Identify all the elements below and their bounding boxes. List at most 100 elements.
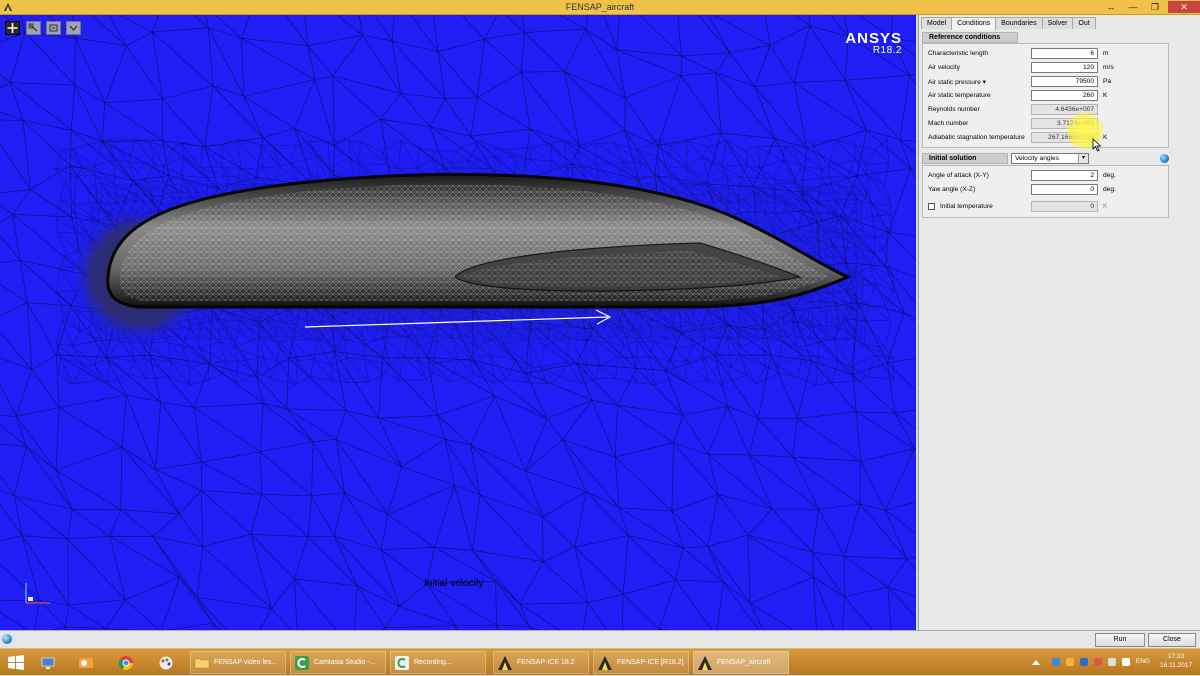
row-adiabatic-stagnation-temperature: Adiabatic stagnation temperature 267.166… [928,132,1168,143]
yaw-angle-input[interactable]: 0 [1031,184,1098,195]
row-air-velocity: Air velocity 120 m/s [928,62,1168,73]
yaw-angle-unit: deg. [1103,186,1116,193]
initial-temperature-checkbox[interactable] [928,203,935,210]
taskbar-item-fensap-video[interactable]: FENSAP video les... [190,651,286,674]
zoom-tool-button[interactable] [26,21,41,35]
system-clock[interactable]: 17:33 16.11.2017 [1158,652,1194,670]
taskbar-item-label: Recording... [414,659,452,666]
fit-tool-button[interactable] [46,21,61,35]
tray-app-icon[interactable] [1052,658,1060,666]
taskbar-item-label: Camtasia Studio -... [314,659,376,666]
tray-overflow-icon[interactable] [1032,660,1040,665]
tab-out[interactable]: Out [1072,17,1096,29]
camtasia-icon [295,655,309,670]
taskbar-item-recording[interactable]: Recording... [390,651,486,674]
reynolds-number-label: Reynolds number [928,106,980,113]
mouse-pointer-icon [1092,138,1102,152]
adiabatic-stagnation-temperature-label: Adiabatic stagnation temperature [928,134,1025,141]
rotate-tool-button[interactable] [5,21,20,35]
row-reynolds-number: Reynolds number 4.6436e+007 [928,104,1168,115]
air-static-temperature-unit: K [1103,92,1108,99]
mesh-canvas [0,15,916,630]
run-button[interactable]: Run [1095,633,1145,647]
zoom-icon [28,23,38,32]
tab-model[interactable]: Model [921,17,953,29]
initial-temperature-input: 0 [1031,201,1098,212]
globe-icon[interactable] [1160,154,1169,163]
taskbar-item-fensap-ice-18-2[interactable]: FENSAP-ICE 18.2 [493,651,589,674]
initial-solution-mode-select[interactable]: Velocity angles ▾ [1011,153,1089,164]
taskbar-item-fensap-aircraft[interactable]: FENSAP_aircraft [693,651,789,674]
row-characteristic-length: Characteristic length 6 m [928,48,1168,59]
fensap-icon [598,655,612,670]
ansys-logo: ANSYS R18.2 [845,30,902,56]
close-button[interactable]: Close [1148,633,1196,647]
clock-date: 16.11.2017 [1159,662,1193,669]
taskbar-item-label: FENSAP-ICE [R18.2] [617,659,684,666]
fensap-icon [698,655,712,670]
axis-triad-icon [25,583,50,604]
air-static-pressure-input[interactable]: 79500 [1031,76,1098,87]
initial-solution-mode-value: Velocity angles [1015,155,1059,162]
air-static-temperature-input[interactable]: 260 [1031,90,1098,101]
palette-icon [159,656,173,669]
row-mach-number: Mach number 3.7124e-001 [928,118,1168,129]
taskbar-item-fensap-ice-r18-2[interactable]: FENSAP-ICE [R18.2] [593,651,689,674]
crosshair-icon [7,23,18,33]
tab-conditions[interactable]: Conditions [951,17,997,30]
reference-conditions-header: Reference conditions [922,32,1018,43]
panel-tabs: Model Conditions Boundaries Solver Out [921,17,1096,30]
close-window-button[interactable]: ✕ [1168,1,1200,13]
angle-of-attack-input[interactable]: 2 [1031,170,1098,181]
characteristic-length-input[interactable]: 6 [1031,48,1098,59]
tray-app-icon[interactable] [1066,658,1074,666]
mail-icon [79,657,93,668]
tab-boundaries[interactable]: Boundaries [995,17,1043,29]
network-icon[interactable] [1108,658,1116,666]
computer-icon [41,657,55,669]
initial-solution-header: Initial solution [922,153,1008,164]
windows-start-icon[interactable] [8,655,24,670]
row-angle-of-attack: Angle of attack (X-Y) 2 deg. [928,170,1168,181]
taskbar-item-label: FENSAP video les... [214,659,278,666]
pinned-explorer[interactable] [40,651,62,674]
pinned-chrome[interactable] [118,651,140,674]
conditions-panel: Model Conditions Boundaries Solver Out R… [918,15,1200,630]
volume-icon[interactable] [1122,658,1130,666]
row-air-static-pressure: Air static pressure ▾ 79500 Pa [928,76,1168,87]
tray-app-icon[interactable] [1080,658,1088,666]
clock-time: 17:33 [1167,653,1185,660]
pinned-outlook[interactable] [78,651,100,674]
initial-temperature-unit: K [1103,203,1108,210]
air-velocity-input[interactable]: 120 [1031,62,1098,73]
characteristic-length-label: Characteristic length [928,50,989,57]
minimize-button[interactable]: — [1122,1,1144,13]
mesh-viewport[interactable]: ANSYS R18.2 Initial velocity [0,15,916,630]
tray-app-icon[interactable] [1094,658,1102,666]
yaw-angle-label: Yaw angle (X-Z) [928,186,976,193]
air-static-pressure-unit: Pa [1103,78,1112,85]
maximize-button[interactable]: ❐ [1144,1,1166,13]
language-indicator[interactable]: ENG [1136,658,1150,665]
system-tray: ENG 17:33 16.11.2017 [1030,649,1200,676]
fit-view-icon [49,24,58,32]
angle-of-attack-unit: deg. [1103,172,1116,179]
initial-temperature-label: Initial temperature [940,203,993,210]
bottom-action-bar: Run Close [0,630,1200,648]
view-menu-button[interactable] [66,21,81,35]
taskbar-item-camtasia[interactable]: Camtasia Studio -... [290,651,386,674]
chevron-down-icon: ▾ [1078,154,1088,163]
resize-icon[interactable]: ↔ [1100,1,1122,13]
chrome-icon [118,655,133,670]
initial-solution-group: Angle of attack (X-Y) 2 deg. Yaw angle (… [922,165,1169,218]
window-title: FENSAP_aircraft [565,2,635,12]
air-velocity-label: Air velocity [928,64,960,71]
fensap-icon [498,655,512,670]
chevron-down-icon [69,25,78,31]
air-static-temperature-label: Air static temperature [928,92,991,99]
air-static-pressure-label[interactable]: Air static pressure ▾ [928,78,986,86]
initial-velocity-label: Initial velocity [424,578,484,589]
status-globe-icon [2,634,12,644]
pinned-paint[interactable] [158,651,180,674]
tab-solver[interactable]: Solver [1041,17,1074,29]
